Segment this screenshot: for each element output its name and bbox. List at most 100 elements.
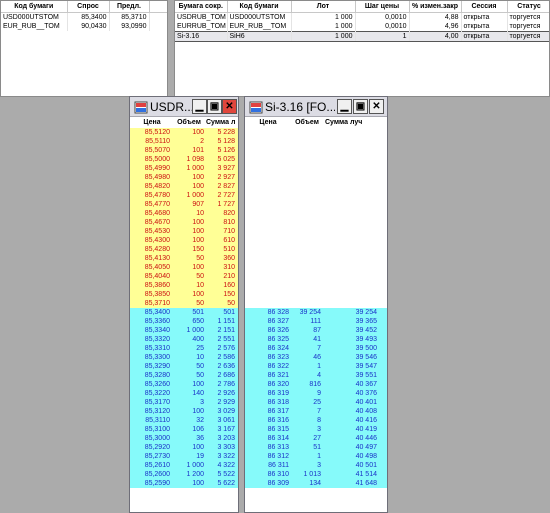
bid-row[interactable]: 85,2730 19 3 322	[130, 452, 238, 461]
ask-row[interactable]: 85,5070 101 5 126	[130, 146, 238, 155]
bid-row[interactable]: 86 323 46 39 546	[245, 353, 387, 362]
minimize-button[interactable]: ▁	[192, 99, 207, 114]
bid-row[interactable]: 85,3400 501 501	[130, 308, 238, 317]
table-row[interactable]: USDRUB_TOM USD000UTSTOM 1 000 0,0010 4,8…	[175, 12, 549, 22]
bid-row[interactable]: 85,3170 3 2 929	[130, 398, 238, 407]
ask-row[interactable]: 85,4770 907 1 727	[130, 200, 238, 209]
cumulative-cell: 3 203	[217, 435, 235, 442]
bid-row[interactable]: 86 310 1 013 41 514	[245, 470, 387, 479]
close-button[interactable]: ✕	[369, 99, 384, 114]
col-header-short-name[interactable]: Бумага сокр.	[175, 1, 228, 13]
bid-row[interactable]: 85,3000 36 3 203	[130, 434, 238, 443]
bid-row[interactable]: 86 313 51 40 497	[245, 443, 387, 452]
col-header-status[interactable]: Статус	[507, 1, 549, 13]
bid-row[interactable]: 85,2920 100 3 303	[130, 443, 238, 452]
col-header-price-step[interactable]: Шаг цены	[355, 1, 410, 13]
col-header-code[interactable]: Код бумаги	[1, 1, 68, 13]
bid-row[interactable]: 86 320 816 40 367	[245, 380, 387, 389]
bid-row[interactable]: 85,2600 1 200 5 522	[130, 470, 238, 479]
bid-row[interactable]: 85,3220 140 2 926	[130, 389, 238, 398]
col-header-price[interactable]: Цена	[134, 118, 170, 128]
maximize-button[interactable]: ▣	[353, 99, 368, 114]
bid-row[interactable]: 86 327 111 39 365	[245, 317, 387, 326]
bid-row[interactable]: 86 317 7 40 408	[245, 407, 387, 416]
bid-row[interactable]: 85,3260 100 2 786	[130, 380, 238, 389]
ask-row[interactable]: 85,4780 1 000 2 727	[130, 191, 238, 200]
col-header-session[interactable]: Сессия	[461, 1, 508, 13]
volume-cell: 51	[313, 444, 321, 451]
ask-row[interactable]: 85,4530 100 710	[130, 227, 238, 236]
bid-row[interactable]: 86 312 1 40 498	[245, 452, 387, 461]
bid-row[interactable]: 85,3340 1 000 2 151	[130, 326, 238, 335]
ask-row[interactable]: 85,4980 100 2 927	[130, 173, 238, 182]
window-titlebar[interactable]: USDR... ▁ ▣ ✕	[130, 97, 238, 117]
ask-row[interactable]: 85,4040 50 210	[130, 272, 238, 281]
col-header-price[interactable]: Цена	[249, 118, 287, 128]
bid-row[interactable]: 86 328 39 254 39 254	[245, 308, 387, 317]
cell-code: EUR_RUB__TOM	[227, 22, 292, 32]
bid-row[interactable]: 86 321 4 39 551	[245, 371, 387, 380]
maximize-button[interactable]: ▣	[207, 99, 222, 114]
col-header-change[interactable]: % измен.закр	[409, 1, 462, 13]
col-header-code[interactable]: Код бумаги	[227, 1, 292, 13]
ask-row[interactable]: 85,4300 100 610	[130, 236, 238, 245]
bid-row[interactable]: 86 319 9 40 376	[245, 389, 387, 398]
bid-row[interactable]: 85,3320 400 2 551	[130, 335, 238, 344]
col-header-lot[interactable]: Лот	[291, 1, 356, 13]
bid-row[interactable]: 86 326 87 39 452	[245, 326, 387, 335]
table-row-selected[interactable]: Si-3.16 SiH6 1 000 1 4,00 открыта торгуе…	[175, 31, 549, 42]
bid-row[interactable]: 85,3360 650 1 151	[130, 317, 238, 326]
volume-cell: 100	[192, 174, 204, 181]
col-header-volume[interactable]: Объем	[174, 118, 204, 128]
volume-cell: 650	[192, 318, 204, 325]
bid-row[interactable]: 86 311 3 40 501	[245, 461, 387, 470]
ask-row[interactable]: 85,5120 100 5 228	[130, 128, 238, 137]
orderbook-window-si[interactable]: Si-3.16 [FO... ▁ ▣ ✕ Цена Объем Сумма лу…	[244, 96, 388, 513]
ask-row[interactable]: 85,4280 150 510	[130, 245, 238, 254]
ask-row[interactable]: 85,5000 1 098 5 025	[130, 155, 238, 164]
bid-row[interactable]: 85,3310 25 2 576	[130, 344, 238, 353]
bid-row[interactable]: 86 318 25 40 401	[245, 398, 387, 407]
bid-row[interactable]: 85,2590 100 5 622	[130, 479, 238, 488]
bid-row[interactable]: 85,2610 1 000 4 322	[130, 461, 238, 470]
bid-row[interactable]: 85,3290 50 2 636	[130, 362, 238, 371]
orderbook-body[interactable]: 86 328 39 254 39 254 86 327 111 39 365 86 326 8…	[245, 128, 387, 512]
ask-row[interactable]: 85,4670 100 810	[130, 218, 238, 227]
col-header-bid[interactable]: Спрос	[67, 1, 110, 13]
bid-row[interactable]: 86 324 7 39 500	[245, 344, 387, 353]
volume-cell: 50	[196, 363, 204, 370]
ask-row[interactable]: 85,4050 100 310	[130, 263, 238, 272]
col-header-ask[interactable]: Предл.	[109, 1, 150, 13]
bid-row[interactable]: 86 315 3 40 419	[245, 425, 387, 434]
orderbook-body[interactable]: 85,5120 100 5 228 85,5110 2 5 128 85,5070 101 5 …	[130, 128, 238, 512]
close-button[interactable]: ✕	[222, 99, 237, 114]
minimize-button[interactable]: ▁	[337, 99, 352, 114]
bid-row[interactable]: 85,3300 10 2 586	[130, 353, 238, 362]
col-header-cumulative[interactable]: Сумма луч	[325, 118, 377, 128]
window-titlebar[interactable]: Si-3.16 [FO... ▁ ▣ ✕	[245, 97, 387, 117]
bid-row[interactable]: 86 322 1 39 547	[245, 362, 387, 371]
table-row[interactable]: EUR_RUB__TOM 90,0430 93,0990	[1, 22, 167, 31]
ask-row[interactable]: 85,4130 50 360	[130, 254, 238, 263]
ask-row[interactable]: 85,3710 50 50	[130, 299, 238, 308]
cumulative-cell: 40 501	[355, 462, 377, 469]
ask-row[interactable]: 85,4820 100 2 827	[130, 182, 238, 191]
col-header-cumulative[interactable]: Сумма л	[206, 118, 240, 128]
ask-row[interactable]: 85,3860 10 160	[130, 281, 238, 290]
table-row[interactable]: EURRUB_TOM EUR_RUB__TOM 1 000 0,0010 4,9…	[175, 22, 549, 32]
bid-row[interactable]: 85,3120 100 3 029	[130, 407, 238, 416]
orderbook-window-usd[interactable]: USDR... ▁ ▣ ✕ Цена Объем Сумма л 85,5120…	[129, 96, 239, 513]
ask-row[interactable]: 85,3850 100 150	[130, 290, 238, 299]
bid-row[interactable]: 86 325 41 39 493	[245, 335, 387, 344]
bid-row[interactable]: 85,3100 106 3 167	[130, 425, 238, 434]
bid-row[interactable]: 86 314 27 40 446	[245, 434, 387, 443]
ask-row[interactable]: 85,5110 2 5 128	[130, 137, 238, 146]
bid-row[interactable]: 85,3280 50 2 686	[130, 371, 238, 380]
table-row[interactable]: USD000UTSTOM 85,3400 85,3710	[1, 12, 167, 22]
bid-row[interactable]: 86 309 134 41 648	[245, 479, 387, 488]
bid-row[interactable]: 86 316 8 40 416	[245, 416, 387, 425]
col-header-volume[interactable]: Объем	[291, 118, 323, 128]
bid-row[interactable]: 85,3110 32 3 061	[130, 416, 238, 425]
ask-row[interactable]: 85,4680 10 820	[130, 209, 238, 218]
ask-row[interactable]: 85,4990 1 000 3 927	[130, 164, 238, 173]
